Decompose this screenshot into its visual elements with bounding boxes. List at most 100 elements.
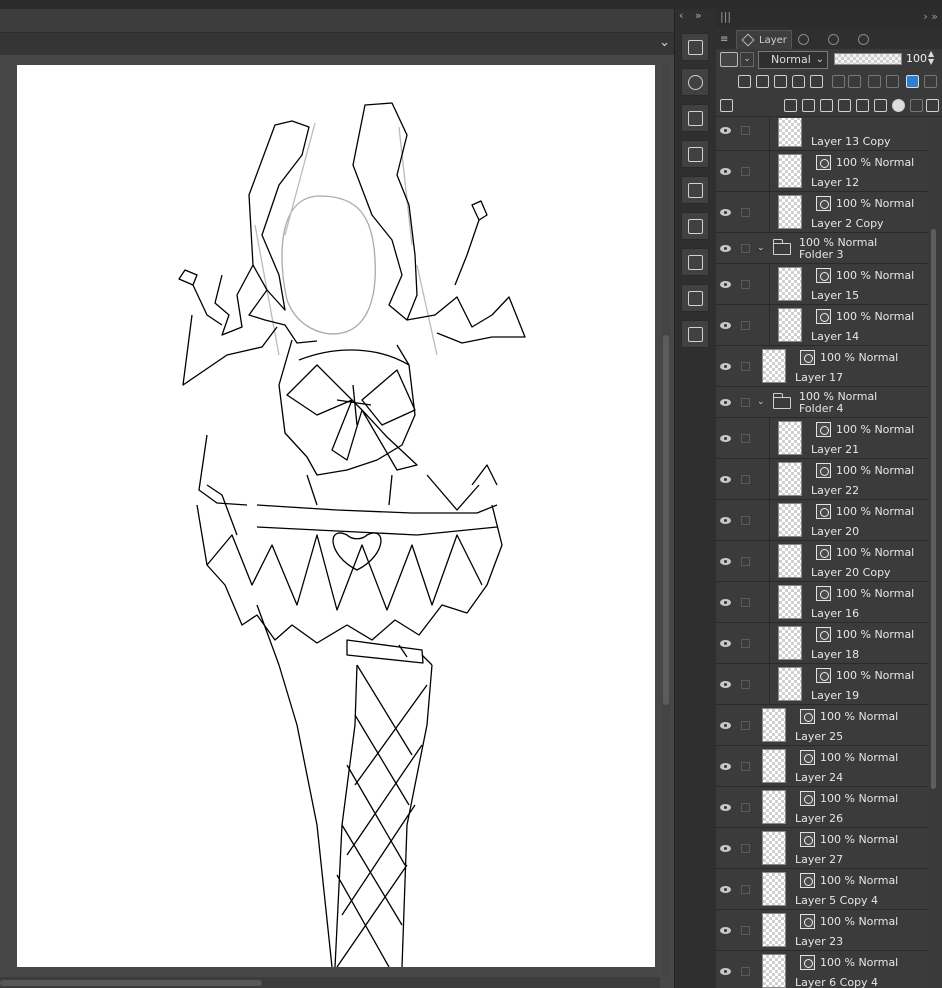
palette-button[interactable] [681,248,709,276]
layer-row[interactable]: 100 % Normal Layer 22 [716,459,928,500]
eye-icon[interactable] [719,321,733,331]
chevron-down-icon[interactable]: ⌄ [757,397,765,407]
layer-row[interactable]: 100 % Normal Layer 17 [716,346,928,387]
clip-layer-icon[interactable] [738,75,751,88]
transfer-layer-icon[interactable] [838,99,851,112]
layer-select-checkbox[interactable] [741,398,750,407]
eye-icon[interactable] [719,398,733,408]
panel-menu-icon[interactable]: ≡ [720,30,728,49]
layer-row[interactable]: 100 % Normal Layer 24 [716,746,928,787]
layer-color-swatch[interactable] [720,52,738,67]
new-folder-icon[interactable] [820,99,833,112]
panel-grip-icon[interactable]: ||| [720,10,731,23]
eye-icon[interactable] [719,208,733,218]
eye-icon[interactable] [719,803,733,813]
layer-select-checkbox[interactable] [741,167,750,176]
layer-row[interactable]: 100 % Normal Layer 16 [716,582,928,623]
layer-list-scrollbar[interactable] [929,119,938,987]
layer-row[interactable]: 100 % Normal Layer 18 [716,623,928,664]
layer-list-scroll-thumb[interactable] [931,229,936,789]
layer-select-checkbox[interactable] [741,803,750,812]
layer-list[interactable]: Layer 13 Copy 100 % Normal Layer 12 100 % N… [716,118,928,988]
palette-button[interactable] [681,68,709,96]
eye-icon[interactable] [719,434,733,444]
opacity-spinner-icon[interactable]: ▲ ▼ [928,50,934,66]
palette-button[interactable] [681,284,709,312]
opacity-slider[interactable] [834,53,902,65]
copy-layer-icon[interactable] [874,99,887,112]
lock-transparent-icon[interactable] [810,75,823,88]
opacity-value[interactable]: 100 [906,52,927,65]
chevron-down-icon[interactable] [924,75,937,88]
canvas-vertical-scrollbar[interactable] [662,65,670,975]
tab-info[interactable] [852,30,876,49]
layer-row[interactable]: 100 % Normal Layer 25 [716,705,928,746]
eye-icon[interactable] [719,126,733,136]
eye-icon[interactable] [719,680,733,690]
drawing-canvas[interactable] [17,65,655,967]
panel-menu-icon[interactable] [720,99,733,112]
palette-button[interactable] [681,33,709,61]
folder-row[interactable]: ⌄ 100 % Normal Folder 3 [716,233,928,264]
reference-layer-icon[interactable] [756,75,769,88]
layer-select-checkbox[interactable] [741,208,750,217]
eye-icon[interactable] [719,362,733,372]
chevron-down-icon[interactable]: ⌄ [757,243,765,253]
chevron-down-icon[interactable] [848,75,861,88]
eye-icon[interactable] [719,516,733,526]
palette-button[interactable] [681,212,709,240]
eye-icon[interactable] [719,967,733,977]
layer-row[interactable]: 100 % Normal Layer 20 Copy [716,541,928,582]
apply-mask-icon[interactable] [910,99,923,112]
blend-mode-select[interactable]: Normal ⌄ [758,51,828,69]
eye-icon[interactable] [719,844,733,854]
layer-select-checkbox[interactable] [741,126,750,135]
panel-collapse-icon[interactable]: › » [923,10,938,23]
palette-button[interactable] [681,176,709,204]
chevron-down-icon[interactable] [886,75,899,88]
layer-row[interactable]: Layer 13 Copy [716,118,928,151]
layer-row[interactable]: 100 % Normal Layer 19 [716,664,928,705]
layer-color-icon[interactable] [906,75,919,88]
layer-select-checkbox[interactable] [741,844,750,853]
layer-row[interactable]: 100 % Normal Layer 2 Copy [716,192,928,233]
layer-select-checkbox[interactable] [741,680,750,689]
palette-button[interactable] [681,140,709,168]
layer-select-checkbox[interactable] [741,362,750,371]
layer-select-checkbox[interactable] [741,885,750,894]
palette-button[interactable] [681,320,709,348]
ruler-disabled-icon[interactable] [868,75,881,88]
chevron-down-icon[interactable]: ⌄ [740,52,754,67]
layer-select-checkbox[interactable] [741,321,750,330]
tab-history[interactable] [792,30,816,49]
folder-row[interactable]: ⌄ 100 % Normal Folder 4 [716,387,928,418]
layer-select-checkbox[interactable] [741,762,750,771]
layer-row[interactable]: 100 % Normal Layer 20 [716,500,928,541]
layer-row[interactable]: 100 % Normal Layer 12 [716,151,928,192]
layer-row[interactable]: 100 % Normal Layer 5 Copy 4 [716,869,928,910]
eye-icon[interactable] [719,762,733,772]
tab-layer-search[interactable] [822,30,846,49]
palette-button[interactable] [681,104,709,132]
layer-select-checkbox[interactable] [741,475,750,484]
collapse-arrows-icon[interactable]: ‹ » [675,9,717,27]
layer-select-checkbox[interactable] [741,557,750,566]
eye-icon[interactable] [719,639,733,649]
layer-mask-icon[interactable] [892,99,905,112]
eye-icon[interactable] [719,557,733,567]
layer-select-checkbox[interactable] [741,598,750,607]
layer-select-checkbox[interactable] [741,721,750,730]
layer-select-checkbox[interactable] [741,280,750,289]
canvas-horizontal-scrollbar[interactable] [0,977,660,988]
chevron-down-icon[interactable]: ⌄ [659,35,670,51]
eye-icon[interactable] [719,475,733,485]
trash-icon[interactable] [926,99,939,112]
canvas-area[interactable]: ⌄ [0,9,674,988]
layer-select-checkbox[interactable] [741,639,750,648]
layer-select-checkbox[interactable] [741,434,750,443]
new-raster-layer-icon[interactable] [784,99,797,112]
draft-layer-icon[interactable] [774,75,787,88]
tab-layer[interactable]: Layer [736,30,792,49]
canvas-vscroll-thumb[interactable] [663,335,669,705]
lock-icon[interactable] [792,75,805,88]
